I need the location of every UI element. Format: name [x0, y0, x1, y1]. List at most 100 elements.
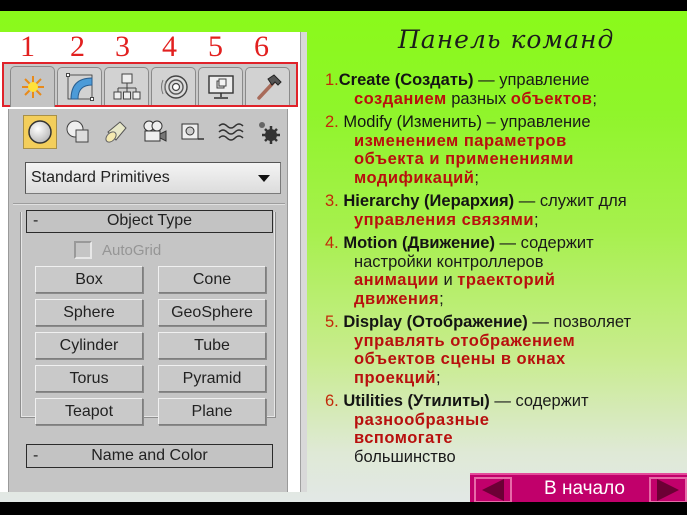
highlighted-text: модификаций	[354, 168, 475, 187]
item-number: 3.	[325, 192, 339, 210]
home-button[interactable]: В начало	[517, 475, 652, 502]
item-description-line: разнообразные	[325, 411, 685, 430]
slide-title: Панель команд	[398, 25, 615, 54]
item-description-line: вспомогате	[325, 429, 685, 448]
name-and-color-rollout-header[interactable]: - Name and Color	[26, 444, 273, 468]
tab-modify[interactable]	[57, 67, 102, 105]
highlighted-text: изменением параметров	[354, 131, 567, 150]
item-description-start: — содержит	[489, 392, 589, 410]
item-command-name: Create (Создать)	[338, 71, 474, 89]
plane-button[interactable]: Plane	[158, 398, 266, 425]
cylinder-button[interactable]: Cylinder	[35, 332, 143, 359]
box-button[interactable]: Box	[35, 266, 143, 293]
plain-text: разных	[446, 89, 511, 108]
create-subcategories	[23, 115, 285, 151]
autogrid-checkbox[interactable]	[74, 241, 92, 259]
command-description-item: 5. Display (Отображение) — позволяет упра…	[325, 313, 685, 387]
item-description-line: движения;	[325, 290, 685, 309]
geosphere-button[interactable]: GeoSphere	[158, 299, 266, 326]
subcategory-geometry[interactable]	[23, 115, 57, 149]
command-description-item: 4. Motion (Движение) — содержит настройки…	[325, 234, 685, 308]
torus-button[interactable]: Torus	[35, 365, 143, 392]
item-description-line: управлять отображением	[325, 332, 685, 351]
tab-utilities[interactable]	[245, 67, 290, 105]
highlighted-text: объектов сцены в окнах	[354, 350, 566, 368]
waves-icon	[218, 123, 244, 141]
slide: 1 2 3 4 5 6 Standard Primitives - Object…	[0, 11, 687, 502]
shapes-icon	[66, 120, 89, 143]
callout-numbers: 1 2 3 4 5 6	[0, 32, 300, 63]
subcategory-cameras[interactable]	[137, 115, 171, 149]
command-description-item: 3. Hierarchy (Иерархия) — служит для упра…	[325, 192, 685, 229]
highlighted-text: объектов	[510, 89, 593, 108]
plain-text: и	[438, 271, 458, 289]
tab-display[interactable]	[198, 67, 243, 105]
item-heading: 6. Utilities (Утилиты) — содержит	[325, 392, 685, 411]
command-description-list: 1.Create (Создать) — управление созданием…	[325, 71, 685, 471]
tab-hierarchy[interactable]	[104, 67, 149, 105]
collapse-icon: -	[33, 212, 39, 229]
teapot-button[interactable]: Teapot	[35, 398, 143, 425]
command-description-item: 1.Create (Создать) — управление созданием…	[325, 71, 685, 108]
plain-text: ;	[436, 368, 441, 387]
collapse-icon: -	[33, 447, 39, 464]
next-slide-button[interactable]	[649, 477, 687, 502]
item-number: 2.	[325, 113, 339, 131]
plain-text: настройки контроллеров	[354, 252, 544, 271]
camera-icon	[143, 120, 167, 142]
monitor-icon	[207, 74, 234, 99]
tube-button[interactable]: Tube	[158, 332, 266, 359]
callout-number: 1	[20, 32, 35, 63]
item-command-name: Utilities (Утилиты)	[338, 392, 490, 410]
subcategory-space-warps[interactable]	[213, 115, 247, 149]
item-heading: 2. Modify (Изменить) – управление	[325, 113, 685, 132]
sun-burst-icon	[21, 76, 44, 98]
dropdown-value: Standard Primitives	[31, 169, 170, 186]
previous-slide-button[interactable]	[474, 477, 512, 502]
callout-number: 6	[254, 32, 269, 63]
subcategory-shapes[interactable]	[61, 115, 95, 149]
item-heading: 4. Motion (Движение) — содержит	[325, 234, 685, 253]
subcategory-systems[interactable]	[251, 115, 285, 149]
item-number: 1.	[325, 71, 339, 89]
chevron-down-icon	[258, 175, 270, 182]
hammer-icon	[256, 73, 282, 100]
command-panel-body: Standard Primitives - Object Type AutoGr…	[8, 109, 288, 492]
command-panel-screenshot: 1 2 3 4 5 6 Standard Primitives - Object…	[0, 32, 307, 492]
highlighted-text: вспомогате	[354, 429, 454, 447]
scrollbar[interactable]	[300, 32, 307, 492]
subcategory-helpers[interactable]	[175, 115, 209, 149]
object-category-dropdown[interactable]: Standard Primitives	[25, 162, 281, 194]
tab-motion[interactable]	[151, 67, 196, 105]
sphere-button[interactable]: Sphere	[35, 299, 143, 326]
autogrid-option[interactable]: AutoGrid	[74, 239, 161, 261]
motion-wheel-icon	[160, 74, 188, 99]
tab-create[interactable]	[10, 66, 55, 107]
subcategory-lights[interactable]	[99, 115, 133, 149]
gears-icon	[259, 122, 280, 144]
item-description-start: — управление	[473, 71, 590, 89]
item-description-start: – управление	[481, 113, 591, 131]
triangle-right-icon	[657, 479, 679, 501]
divider	[13, 203, 285, 205]
item-description-line: изменением параметров	[325, 132, 685, 151]
item-command-name: Modify (Изменить)	[338, 113, 482, 131]
command-description-item: 6. Utilities (Утилиты) — содержит разнооб…	[325, 392, 685, 466]
bent-pipe-icon	[65, 72, 94, 101]
cone-button[interactable]: Cone	[158, 266, 266, 293]
command-panel-tabs	[2, 62, 298, 107]
pyramid-button[interactable]: Pyramid	[158, 365, 266, 392]
slide-navigation: В начало	[470, 473, 687, 502]
object-type-rollout-header[interactable]: - Object Type	[26, 210, 273, 233]
item-command-name: Display (Отображение)	[338, 313, 528, 331]
plain-text: большинство	[354, 447, 456, 466]
item-number: 5.	[325, 313, 339, 331]
command-description-item: 2. Modify (Изменить) – управление изменен…	[325, 113, 685, 187]
rollout-title: Name and Color	[91, 447, 208, 464]
item-description-line: объектов сцены в окнах	[325, 350, 685, 369]
item-description-line: большинство	[325, 448, 685, 467]
autogrid-label: AutoGrid	[102, 241, 162, 259]
item-description-line: управления связями;	[325, 211, 685, 230]
item-description-line: объекта и применениями	[325, 150, 685, 169]
plain-text: ;	[534, 210, 539, 229]
